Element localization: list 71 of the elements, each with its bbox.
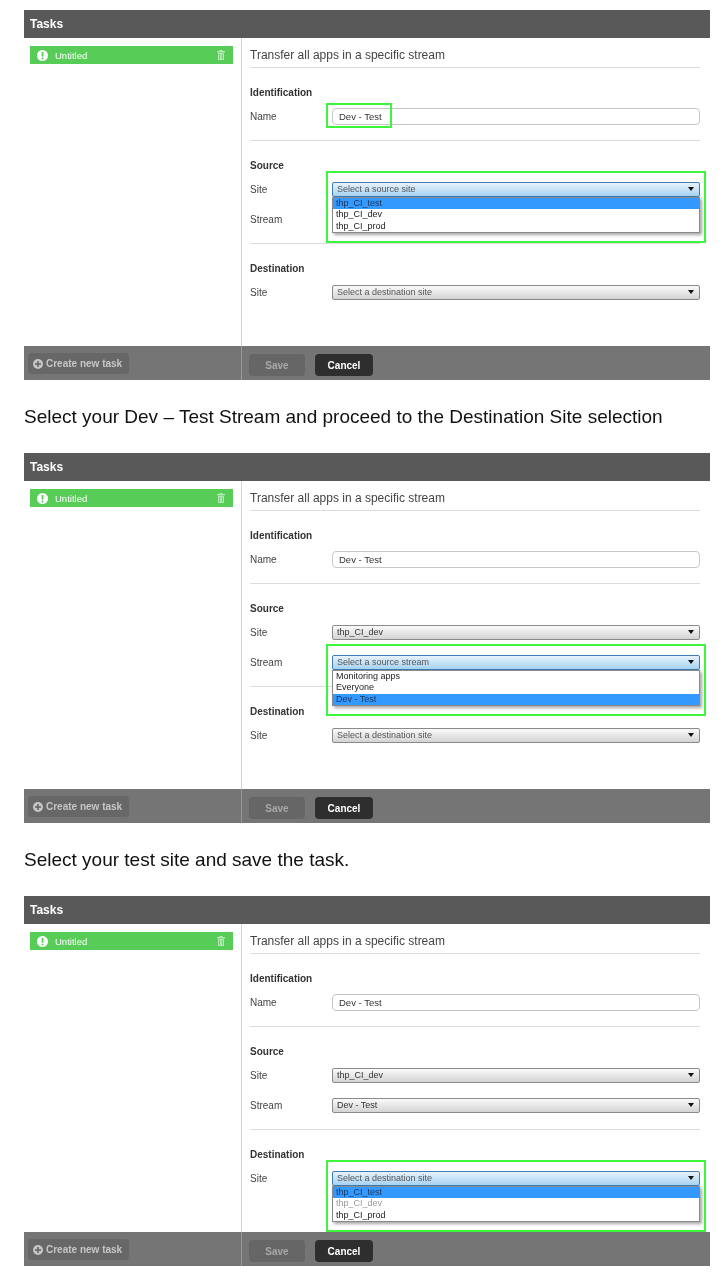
dropdown-option[interactable]: thp_CI_prod [333,220,699,232]
header-bar: Tasks [24,896,710,924]
plus-circle-icon [33,358,43,369]
trash-icon[interactable] [217,493,225,503]
plus-circle-icon [33,1244,43,1255]
field-label: Site [250,729,268,741]
alert-icon [37,49,48,61]
caret-icon [688,733,694,737]
section-title: Source [250,1045,284,1059]
cancel-button[interactable]: Cancel [315,1240,373,1262]
cancel-button[interactable]: Cancel [315,354,373,376]
field-label: Site [250,286,268,298]
field-label: Name [250,996,277,1008]
field-label: Name [250,110,277,122]
field-label: Site [250,626,268,638]
cancel-button[interactable]: Cancel [315,797,373,819]
section-title: Source [250,602,284,616]
dropdown-select[interactable]: thp_CI_dev [332,1067,700,1083]
field-label: Name [250,553,277,565]
header-bar: Tasks [24,453,710,481]
dropdown-select[interactable]: Dev - Test [332,1097,700,1113]
trash-icon[interactable] [217,936,225,946]
plus-circle-icon [33,801,43,812]
section-title: Destination [250,705,305,719]
section-title: Identification [250,529,313,543]
caption-text: Select your Dev – Test Stream and proceed to the Destination Site selection [24,405,663,428]
section-title: Destination [250,1148,305,1162]
dropdown-option[interactable]: thp_CI_prod [333,1209,699,1221]
dropdown-option[interactable]: Dev - Test [333,693,699,705]
create-task-button[interactable]: Create new task [28,353,130,374]
section-title: Destination [250,262,305,276]
text-field[interactable]: Dev - Test [332,107,700,125]
form-heading: Transfer all apps in a specific stream [250,490,445,506]
field-label: Site [250,1069,268,1081]
dropdown-option[interactable]: Everyone [333,682,699,694]
dropdown-select[interactable]: Select a source site [332,181,700,197]
dropdown-option[interactable]: thp_CI_dev [333,209,699,221]
text-field[interactable]: Dev - Test [332,550,700,568]
caret-icon [688,187,694,191]
dropdown-option[interactable]: Monitoring apps [333,670,699,682]
text-field[interactable]: Dev - Test [332,993,700,1011]
caption-text: Select your test site and save the task. [24,848,350,871]
alert-icon [37,492,48,504]
alert-icon [37,935,48,947]
caret-icon [688,660,694,664]
caret-icon [688,1176,694,1180]
caret-icon [688,1073,694,1077]
dropdown-select[interactable]: Select a destination site [332,284,700,300]
dropdown-select[interactable]: Select a destination site [332,1170,700,1186]
section-title: Identification [250,86,313,100]
section-title: Source [250,159,284,173]
caret-icon [688,290,694,294]
dropdown-select[interactable]: thp_CI_dev [332,624,700,640]
dropdown-select[interactable]: Select a destination site [332,727,700,743]
field-label: Stream [250,1099,283,1111]
dropdown-option[interactable]: thp_CI_test [333,1186,699,1198]
create-task-button[interactable]: Create new task [28,1239,130,1260]
dropdown-select[interactable]: Select a source stream [332,654,700,670]
form-heading: Transfer all apps in a specific stream [250,933,445,949]
caret-icon [688,1103,694,1107]
field-label: Stream [250,656,283,668]
dropdown-option[interactable]: thp_CI_test [333,197,699,209]
trash-icon[interactable] [217,50,225,60]
section-title: Identification [250,972,313,986]
caret-icon [688,630,694,634]
header-bar: Tasks [24,10,710,38]
field-label: Stream [250,213,283,225]
create-task-button[interactable]: Create new task [28,796,130,817]
field-label: Site [250,1172,268,1184]
form-heading: Transfer all apps in a specific stream [250,47,445,63]
field-label: Site [250,183,268,195]
